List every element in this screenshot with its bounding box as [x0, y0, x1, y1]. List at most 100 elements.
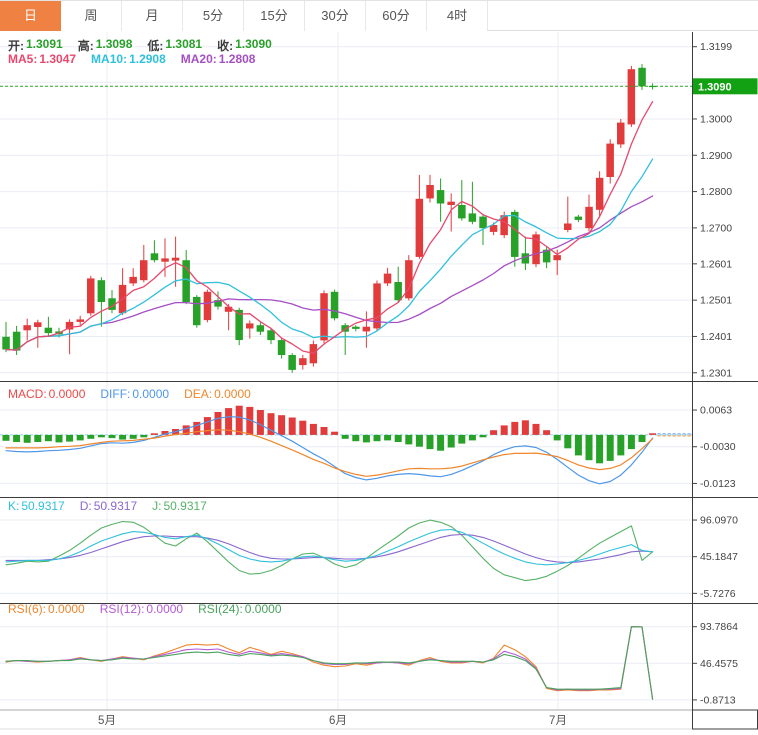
macd-hist-bar	[140, 435, 147, 437]
tab-day[interactable]: 日	[0, 1, 61, 31]
macd-hist-bar	[416, 435, 423, 447]
price-axis-label: 1.2501	[700, 295, 732, 307]
candle-body	[45, 328, 53, 333]
macd-axis-label: -0.0123	[700, 478, 736, 490]
diff-value: 0.0000	[132, 387, 169, 401]
macd-hist-bar	[109, 435, 116, 438]
candle-body	[23, 325, 31, 330]
candle-body	[257, 325, 265, 332]
candle-body	[299, 358, 307, 365]
macd-hist-bar	[151, 433, 158, 435]
macd-hist-bar	[77, 435, 84, 441]
macd-hist-bar	[469, 435, 476, 441]
candle-body	[384, 274, 392, 284]
chart-canvas[interactable]: 1.31991.31001.30001.29001.28001.27001.26…	[0, 0, 758, 735]
d-label: D:	[80, 499, 92, 513]
macd-readout: MACD:0.0000 DIFF:0.0000 DEA:0.0000	[8, 387, 251, 401]
macd-hist-bar	[384, 435, 391, 441]
candle-body	[129, 277, 137, 284]
macd-hist-bar	[13, 435, 20, 442]
candle-body	[628, 69, 636, 124]
macd-hist-bar	[575, 435, 582, 456]
macd-hist-bar	[331, 432, 338, 435]
axis-corner-box	[693, 710, 758, 729]
macd-hist-bar	[458, 435, 465, 444]
ma-readout: MA5:1.3047 MA10:1.2908 MA20:1.2808	[8, 52, 255, 66]
macd-hist-bar	[342, 435, 349, 439]
rsi12-label: RSI(12):	[100, 602, 145, 616]
tab-month[interactable]: 月	[122, 1, 183, 31]
rsi-axis-label: 46.4575	[700, 658, 738, 670]
candle-body	[172, 258, 180, 261]
candle-body	[352, 327, 360, 329]
tab-5min[interactable]: 5分	[183, 1, 244, 31]
candle-body	[246, 323, 254, 328]
macd-hist-bar	[321, 427, 328, 435]
price-axis-label: 1.2700	[700, 222, 732, 234]
macd-hist-bar	[405, 435, 412, 445]
tab-30min[interactable]: 30分	[305, 1, 366, 31]
macd-hist-bar	[352, 435, 359, 441]
macd-hist-bar	[639, 435, 646, 442]
macd-hist-bar	[395, 435, 402, 442]
tab-15min[interactable]: 15分	[244, 1, 305, 31]
month-label: 7月	[549, 715, 567, 727]
tab-60min[interactable]: 60分	[366, 1, 427, 31]
price-axis-label: 1.3000	[700, 113, 732, 125]
macd-hist-bar	[649, 433, 656, 435]
macd-value: 0.0000	[49, 387, 86, 401]
month-label: 5月	[98, 715, 116, 727]
macd-hist-bar	[130, 435, 137, 439]
macd-hist-bar	[511, 422, 518, 435]
candle-body	[416, 199, 424, 257]
candle-body	[575, 217, 583, 220]
candle-body	[151, 253, 159, 260]
price-axis-label: 1.2800	[700, 186, 732, 198]
k-line	[6, 530, 653, 565]
macd-hist-bar	[522, 420, 529, 435]
ma20-line	[6, 196, 653, 350]
j-value: 50.9317	[163, 499, 206, 513]
macd-hist-bar	[501, 425, 508, 435]
rsi6-value: 0.0000	[48, 602, 85, 616]
dea-value: 0.0000	[214, 387, 251, 401]
macd-hist-bar	[374, 435, 381, 441]
macd-hist-bar	[564, 435, 571, 448]
candle-body	[638, 68, 646, 87]
macd-hist-bar	[278, 415, 285, 435]
macd-hist-bar	[257, 410, 264, 435]
diff-line	[6, 417, 653, 484]
macd-axis-label: 0.0063	[700, 405, 732, 417]
tab-4hour[interactable]: 4时	[427, 1, 488, 31]
candle-body	[426, 185, 434, 198]
macd-hist-bar	[617, 435, 624, 456]
candle-body	[437, 190, 445, 203]
kdj-axis-label: 96.0970	[700, 515, 738, 527]
candle-body	[617, 123, 625, 145]
diff-label: DIFF:	[100, 387, 130, 401]
candle-body	[320, 293, 328, 340]
candle-body	[77, 319, 85, 322]
macd-hist-bar	[45, 435, 52, 441]
macd-hist-bar	[299, 421, 306, 435]
macd-hist-bar	[204, 417, 211, 435]
candle-body	[225, 307, 233, 312]
rsi6-label: RSI(6):	[8, 602, 46, 616]
macd-hist-bar	[215, 412, 222, 435]
tab-week[interactable]: 周	[61, 1, 122, 31]
candle-body	[511, 212, 519, 257]
candle-body	[267, 330, 275, 340]
k-value: 50.9317	[21, 499, 64, 513]
macd-label: MACD:	[8, 387, 47, 401]
d-value: 50.9317	[94, 499, 137, 513]
j-label: J:	[152, 499, 161, 513]
macd-hist-bar	[628, 435, 635, 449]
j-line	[6, 520, 653, 581]
candle-body	[278, 340, 286, 355]
kdj-readout: K:50.9317 D:50.9317 J:50.9317	[8, 499, 207, 513]
rsi12-value: 0.0000	[146, 602, 183, 616]
candle-body	[596, 178, 604, 210]
macd-hist-bar	[34, 435, 41, 442]
candle-body	[606, 144, 614, 177]
kdj-axis-label: -5.7276	[700, 588, 736, 600]
